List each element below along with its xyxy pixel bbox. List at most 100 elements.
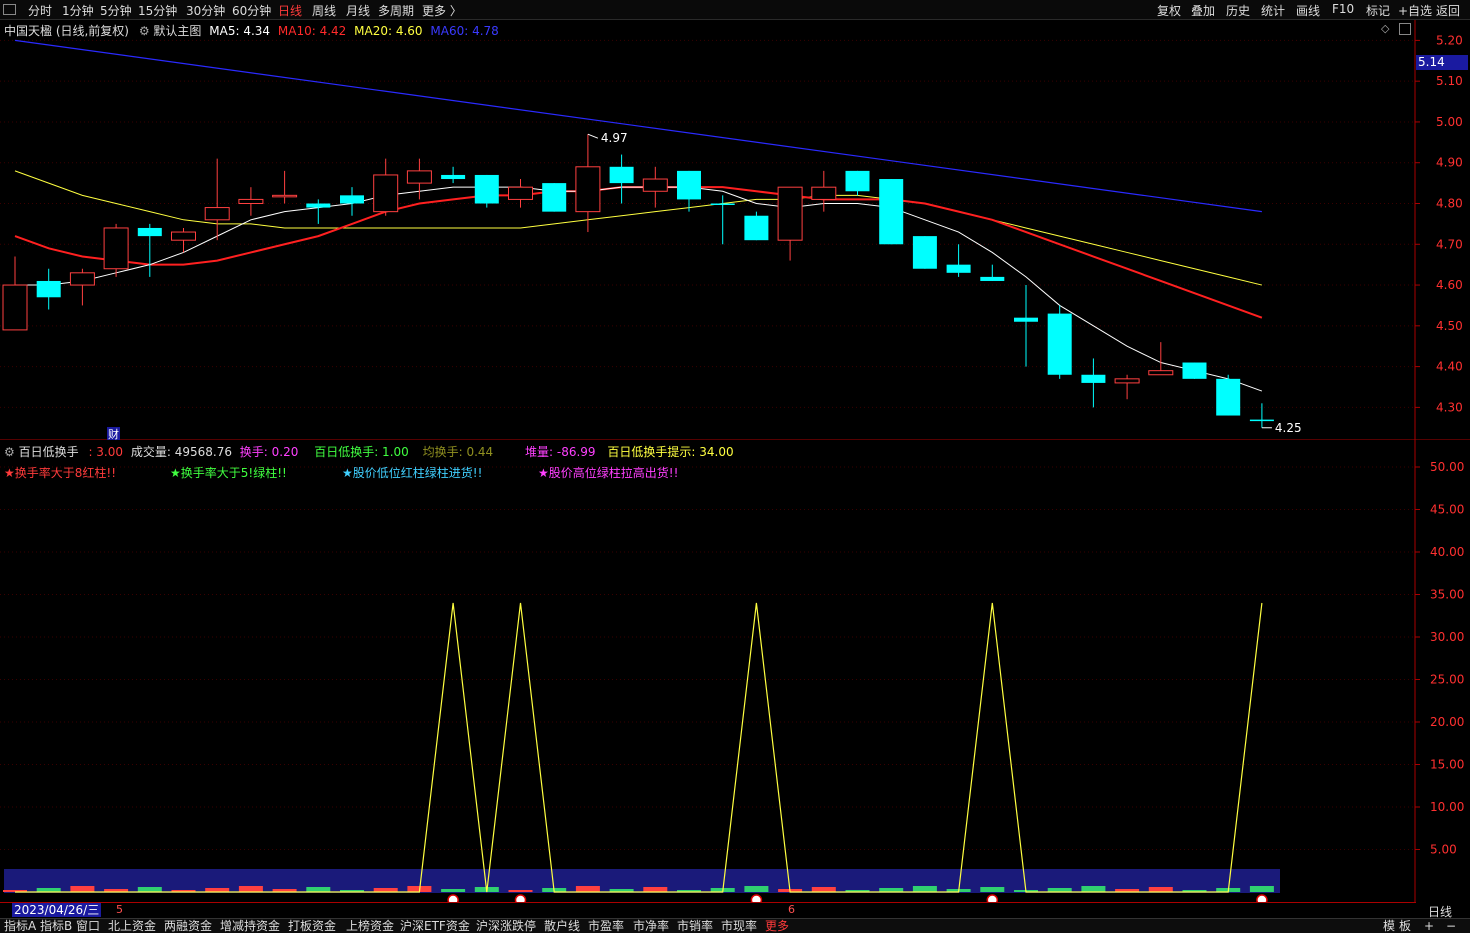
bottom-tab-4[interactable]: 两融资金 (164, 919, 212, 933)
candle-body-up (171, 231, 196, 241)
sub-tick-label: 45.00 (1430, 503, 1464, 517)
candle-body-down (542, 183, 567, 212)
period-tab-0[interactable]: 分时 (28, 2, 52, 19)
period-tab-5[interactable]: 60分钟 (232, 2, 271, 19)
toolbar-button-4[interactable]: 画线 (1296, 2, 1320, 19)
period-tab-9[interactable]: 多周期 (378, 2, 414, 19)
toolbar-button-5[interactable]: F10 (1332, 2, 1354, 16)
period-tab-10[interactable]: 更多 〉 (422, 2, 462, 19)
price-tick-label: 4.50 (1436, 319, 1463, 333)
candle-body-down (306, 203, 331, 208)
period-toolbar: 分时 1分钟 5分钟 15分钟 30分钟 60分钟 日线 周线 月线 多周期 更多 〉 复权 叠加 历史… (0, 0, 1470, 20)
period-tab-8[interactable]: 月线 (346, 2, 370, 19)
candle-body-down (1014, 317, 1038, 322)
candle-body-down (980, 276, 1005, 281)
current-price-box: 5.14 (1416, 55, 1468, 70)
candle-body-up (1148, 370, 1174, 376)
turnover-bar (912, 886, 937, 892)
bottom-tab-2[interactable]: 窗口 (76, 919, 100, 933)
candle-body-down (677, 170, 701, 200)
sub-tick-label: 30.00 (1430, 630, 1464, 644)
bottom-tab-6[interactable]: 打板资金 (288, 919, 336, 933)
price-tick-label: 5.20 (1436, 33, 1463, 47)
candle-body-up (373, 174, 399, 213)
bottom-tab-8[interactable]: 沪深ETF资金 (400, 919, 470, 933)
bottom-right-button-0[interactable]: 模 (1383, 919, 1395, 933)
period-tab-2[interactable]: 5分钟 (100, 2, 132, 19)
bottom-tab-14[interactable]: 市现率 (721, 919, 757, 933)
toolbar-button-3[interactable]: 统计 (1261, 2, 1285, 19)
sub-tick-label: 35.00 (1430, 588, 1464, 602)
toolbar-button-2[interactable]: 历史 (1226, 2, 1250, 19)
low-label: 4.25 (1275, 421, 1302, 435)
toolbar-button-0[interactable]: 复权 (1157, 2, 1181, 19)
candle-body-up (642, 178, 668, 192)
period-tab-7[interactable]: 周线 (312, 2, 336, 19)
candle-body-down (912, 236, 937, 269)
candle-body-up (272, 194, 298, 198)
bottom-tab-1[interactable]: 指标B (40, 919, 72, 933)
turnover-bar (441, 889, 466, 892)
price-tick-label: 4.30 (1436, 400, 1463, 414)
bottom-tab-0[interactable]: 指标A (4, 919, 36, 933)
ma60-line (14, 39, 1262, 213)
bottom-tab-13[interactable]: 市销率 (677, 919, 713, 933)
bottom-tab-12[interactable]: 市净率 (633, 919, 669, 933)
bottom-tab-3[interactable]: 北上资金 (108, 919, 156, 933)
month-label-6: 6 (788, 903, 795, 916)
period-tab-4[interactable]: 30分钟 (186, 2, 225, 19)
signal-marker (750, 894, 763, 902)
indicator-chart[interactable]: 50.00 45.00 40.00 35.00 30.00 25.00 20.00 15.00… (0, 440, 1470, 902)
turnover-bar (980, 887, 1005, 892)
bottom-right-button-1[interactable]: 板 (1399, 919, 1411, 933)
price-tick-label: 4.90 (1436, 156, 1463, 170)
month-label-5: 5 (116, 903, 123, 916)
candle-body-up (406, 170, 432, 184)
candle-body-up (103, 227, 129, 270)
period-tab-6[interactable]: 日线 (278, 2, 302, 19)
price-chart[interactable]: 5.20 5.10 5.00 4.90 4.80 4.70 4.60 4.50 4.40 4.30… (0, 20, 1470, 440)
candle-body-down (137, 227, 162, 237)
period-tab-3[interactable]: 15分钟 (138, 2, 177, 19)
candle-body-down (710, 203, 735, 205)
bottom-tab-7[interactable]: 上榜资金 (346, 919, 394, 933)
bottom-tab-9[interactable]: 沪深涨跌停 (476, 919, 536, 933)
toolbar-button-6[interactable]: 标记 (1366, 2, 1390, 19)
price-tick-label: 5.00 (1436, 115, 1463, 129)
bottom-tab-10[interactable]: 散户线 (544, 919, 580, 933)
toolbar-button-1[interactable]: 叠加 (1191, 2, 1215, 19)
ma5-line (15, 186, 1263, 392)
candle-body-down (36, 280, 61, 298)
bottom-tab-5[interactable]: 增减持资金 (220, 919, 280, 933)
candle-body-up (204, 207, 230, 221)
candle-body-up (811, 186, 837, 200)
toolbar-button-8[interactable]: 返回 (1436, 2, 1460, 19)
turnover-bar (744, 886, 769, 892)
period-tab-1[interactable]: 1分钟 (62, 2, 94, 19)
price-tick-label: 4.80 (1436, 196, 1463, 210)
bottom-right-button-3[interactable]: − (1446, 919, 1456, 933)
sub-tick-label: 5.00 (1430, 843, 1457, 857)
signal-marker (447, 894, 459, 902)
candle-body-down (1182, 362, 1207, 379)
toolbar-button-7[interactable]: +自选 (1398, 2, 1432, 19)
bottom-tab-15[interactable]: 更多 (765, 919, 789, 933)
candle-body-down (340, 195, 364, 204)
candle-body-up (1114, 378, 1140, 384)
signal-marker (514, 894, 527, 902)
candle-body-down (744, 215, 769, 241)
sub-tick-label: 50.00 (1430, 460, 1464, 474)
candle-body-down (441, 174, 466, 180)
bottom-tab-11[interactable]: 市盈率 (588, 919, 624, 933)
bottom-right-button-2[interactable]: + (1424, 919, 1434, 933)
turnover-bar (575, 886, 600, 892)
turnover-bar (137, 887, 162, 892)
candle-body-down (946, 264, 971, 273)
price-tick-label: 4.70 (1436, 237, 1463, 251)
candle-body-down (609, 166, 634, 184)
turnover-bar (643, 887, 668, 892)
signal-marker (1256, 894, 1268, 902)
window-icon[interactable] (3, 4, 16, 15)
candle-body-up (575, 166, 601, 213)
sub-tick-label: 10.00 (1430, 800, 1464, 814)
